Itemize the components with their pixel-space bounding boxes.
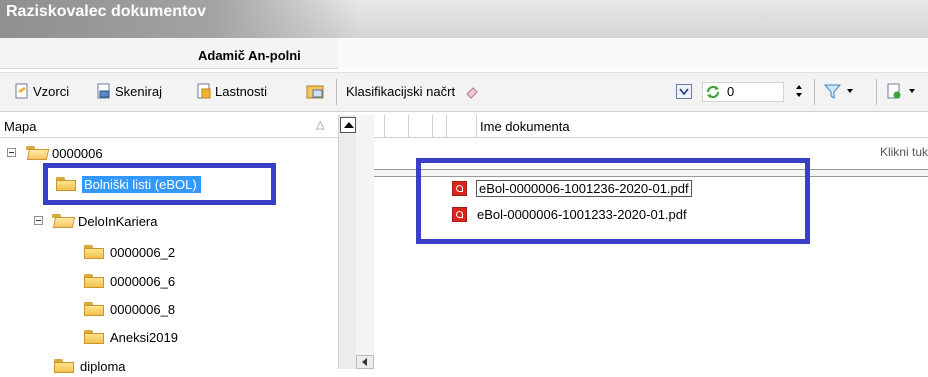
grid-header-col[interactable] [446, 115, 477, 137]
lastnosti-label: Lastnosti [215, 83, 268, 99]
highlight-box-documents [416, 158, 810, 244]
scroll-left-icon[interactable] [356, 355, 374, 369]
tree-item-label: 0000006_6 [110, 273, 176, 289]
scroll-up-icon[interactable] [340, 117, 356, 133]
classification-plan-label-area[interactable]: Klasifikacijski načrt [346, 83, 480, 99]
column-header-document-name[interactable]: Ime dokumenta [480, 119, 570, 134]
folder-table-icon [306, 83, 324, 99]
filter-icon [823, 83, 842, 99]
tree-column-label: Mapa [4, 119, 37, 134]
classification-dropdown-button[interactable] [676, 84, 692, 99]
tree-item-label: 0000006 [52, 145, 103, 161]
sort-indicator-icon: △ [316, 119, 325, 131]
new-document-button[interactable] [886, 83, 915, 99]
tree-item-aneksi2019[interactable]: Aneksi2019 [84, 326, 178, 348]
open-folder-icon [52, 214, 74, 228]
user-header: Adamič An-polni [0, 38, 338, 69]
skeniraj-label: Skeniraj [115, 83, 162, 99]
tree-item-label: Aneksi2019 [110, 329, 178, 345]
toolbar-separator [336, 79, 337, 105]
folder-icon [84, 245, 106, 259]
folder-icon [84, 302, 106, 316]
tree-item-0000006-2[interactable]: 0000006_2 [84, 241, 175, 263]
tree-item-label: 0000006_2 [110, 244, 176, 260]
skeniraj-button[interactable]: Skeniraj [96, 83, 162, 99]
tree-item-0000006-6[interactable]: 0000006_6 [84, 270, 175, 292]
counter-spinner[interactable] [794, 82, 804, 100]
grid-header-col[interactable] [384, 115, 409, 137]
properties-icon [196, 83, 212, 99]
collapse-toggle-icon[interactable] [34, 216, 43, 225]
vzorci-label: Vzorci [33, 83, 70, 99]
title-bar: Raziskovalec dokumentov [0, 0, 928, 38]
folder-icon [84, 330, 106, 344]
folder-icon [54, 359, 76, 373]
counter-value: 0 [727, 84, 735, 99]
open-folder-icon [26, 146, 48, 160]
tree-item-label: diploma [80, 358, 126, 374]
tree-item-label: DeloInKariera [78, 213, 158, 229]
classification-plan-button[interactable] [306, 83, 324, 99]
filter-dropdown-arrow-icon [847, 89, 853, 93]
tree-vertical-scrollbar[interactable] [338, 115, 358, 369]
templates-icon [14, 83, 30, 99]
counter-input[interactable]: 0 [702, 82, 784, 102]
tree-item-diploma[interactable]: diploma [54, 355, 126, 377]
folder-icon [84, 274, 106, 288]
refresh-icon[interactable] [705, 84, 721, 100]
scanner-icon [96, 83, 112, 99]
splitter[interactable] [356, 115, 374, 355]
tree-column-header[interactable]: Mapa △ [0, 115, 338, 138]
window-title: Raziskovalec dokumentov [6, 3, 207, 20]
collapse-toggle-icon[interactable] [7, 148, 16, 157]
new-document-dropdown-arrow-icon [909, 89, 915, 93]
tree-item-0000006[interactable]: 0000006 [26, 142, 103, 164]
folder-tree-pane: Mapa △ 0000006 Bolniški listi (eBOL) Del… [0, 115, 338, 374]
tree-item-label: 0000006_8 [110, 301, 176, 317]
documents-grid-header: Ime dokumenta [374, 115, 928, 138]
user-name: Adamič An-polni [198, 48, 301, 63]
grid-header-col[interactable] [408, 115, 433, 137]
grid-header-col[interactable] [432, 115, 447, 137]
toolbar-separator-3 [876, 79, 877, 105]
classification-plan-label: Klasifikacijski načrt [346, 83, 456, 99]
header-filler [338, 38, 928, 68]
toolbar: Vzorci Skeniraj Lastnosti Klasifikacijsk… [0, 72, 928, 112]
toolbar-separator-2 [814, 79, 815, 105]
vzorci-button[interactable]: Vzorci [14, 83, 69, 99]
new-document-icon [886, 83, 902, 99]
lastnosti-button[interactable]: Lastnosti [196, 83, 267, 99]
eraser-icon[interactable] [464, 83, 480, 99]
tree-item-deloinkariera[interactable]: DeloInKariera [52, 210, 158, 232]
click-here-hint[interactable]: Klikni tuk [880, 145, 928, 159]
highlight-box-tree [43, 163, 276, 205]
tree-item-0000006-8[interactable]: 0000006_8 [84, 298, 175, 320]
filter-button[interactable] [823, 83, 853, 99]
